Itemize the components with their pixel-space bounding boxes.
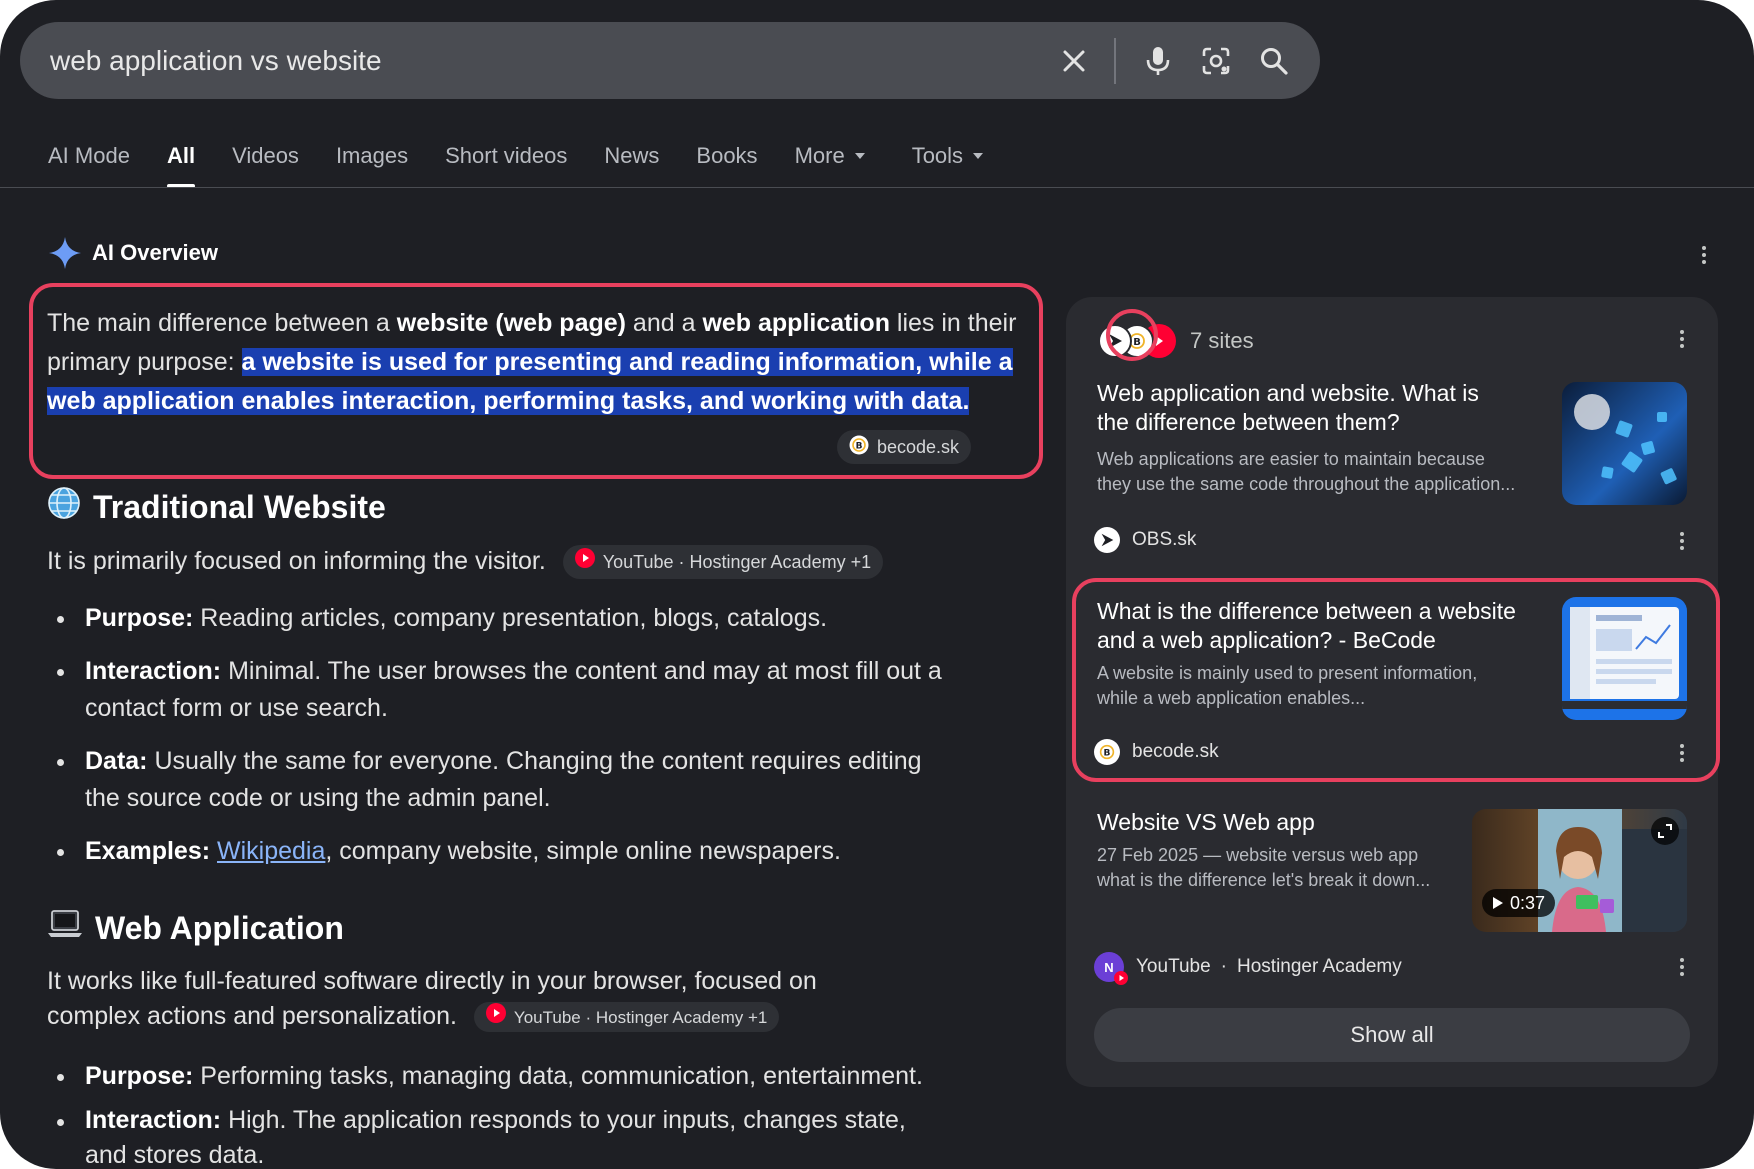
- list-item: Data: Usually the same for everyone. Cha…: [47, 743, 947, 817]
- bullet-label: Data:: [85, 747, 148, 775]
- tab-ai-mode[interactable]: AI Mode: [48, 138, 130, 174]
- search-bar[interactable]: web application vs website: [20, 22, 1320, 99]
- tab-images[interactable]: Images: [336, 138, 408, 174]
- wikipedia-link[interactable]: Wikipedia: [217, 837, 325, 865]
- video-duration-badge: 0:37: [1482, 889, 1556, 917]
- snippet-line: Web applications are easier to maintain …: [1097, 449, 1485, 469]
- search-divider: [1114, 37, 1116, 84]
- snippet-line: 27 Feb 2025 — website versus web app: [1097, 845, 1419, 865]
- section1-lead-text: It is primarily focused on informing the…: [47, 547, 546, 575]
- bullet-text: Performing tasks, managing data, communi…: [193, 1062, 923, 1090]
- video-duration: 0:37: [1510, 892, 1546, 913]
- source-channel: Hostinger Academy: [1237, 956, 1402, 977]
- list-item: Interaction: Minimal. The user browses t…: [47, 653, 947, 727]
- section-heading-traditional-website: Traditional Website: [47, 486, 386, 528]
- result-title-youtube[interactable]: Website VS Web app: [1097, 808, 1457, 837]
- snippet-line: what is the difference let's break it do…: [1097, 870, 1431, 890]
- section1-lead: It is primarily focused on informing the…: [47, 542, 884, 582]
- source-chip-youtube[interactable]: YouTube · Hostinger Academy +1: [473, 1000, 780, 1035]
- result-source-obs[interactable]: OBS.sk: [1094, 527, 1196, 553]
- bullet-text: , company website, simple online newspap…: [325, 837, 841, 865]
- section-heading-text: Web Application: [95, 909, 344, 946]
- search-tabs: AI Mode All Videos Images Short videos N…: [48, 138, 1020, 188]
- browser-frame: web application vs website AI Mode All V…: [0, 0, 1754, 1169]
- result-title-line: the difference between them?: [1097, 409, 1400, 435]
- channel-avatar-icon: N: [1094, 952, 1128, 985]
- result-title-obs[interactable]: Web application and website. What is the…: [1097, 379, 1527, 437]
- source-name: OBS.sk: [1132, 529, 1197, 550]
- search-bar-actions: [1038, 22, 1320, 99]
- camera-lens-icon[interactable]: [1194, 39, 1238, 83]
- section2-lead-line-wrap: complex actions and personalization. You…: [47, 999, 1007, 1034]
- source-chip-label: YouTube · Hostinger Academy +1: [602, 551, 872, 572]
- bullet-text: Reading articles, company presentation, …: [193, 604, 828, 632]
- tab-all[interactable]: All: [166, 138, 196, 188]
- source-name: YouTube: [1136, 956, 1211, 977]
- source-separator: ·: [1220, 956, 1227, 977]
- microphone-icon[interactable]: [1136, 39, 1180, 83]
- more-options-icon[interactable]: [1670, 529, 1694, 553]
- more-options-icon[interactable]: [1670, 327, 1694, 351]
- result-snippet-youtube: 27 Feb 2025 — website versus web app wha…: [1097, 843, 1457, 893]
- bullet-label: Interaction:: [85, 1106, 222, 1134]
- list-item: Purpose: Performing tasks, managing data…: [47, 1058, 947, 1095]
- tab-books[interactable]: Books: [696, 138, 757, 174]
- source-chip-label: YouTube · Hostinger Academy +1: [513, 1007, 768, 1027]
- show-all-button[interactable]: Show all: [1094, 1008, 1690, 1062]
- source-chip-youtube[interactable]: YouTube · Hostinger Academy +1: [562, 543, 884, 582]
- section1-bullets: Purpose: Reading articles, company prese…: [47, 600, 947, 870]
- more-options-icon[interactable]: [1670, 955, 1694, 979]
- bullet-label: Examples:: [85, 837, 211, 865]
- section-heading-web-application: Web Application: [47, 908, 344, 948]
- tab-videos[interactable]: Videos: [232, 138, 299, 174]
- expand-icon[interactable]: [1651, 817, 1679, 845]
- bullet-label: Purpose:: [85, 604, 194, 632]
- more-options-icon[interactable]: [1692, 243, 1716, 267]
- play-icon: [1493, 897, 1503, 909]
- tab-tools[interactable]: Tools: [911, 138, 984, 174]
- bullet-label: Purpose:: [85, 1062, 194, 1090]
- ai-overview-title: AI Overview: [92, 240, 218, 265]
- result-source-youtube[interactable]: N YouTube · Hostinger Academy: [1094, 952, 1402, 985]
- youtube-icon: [485, 1000, 506, 1035]
- tab-news[interactable]: News: [604, 138, 659, 174]
- ai-overview-header: AI Overview: [48, 236, 218, 270]
- section2-bullets: Purpose: Performing tasks, managing data…: [47, 1058, 947, 1169]
- bullet-label: Interaction:: [85, 657, 222, 685]
- laptop-icon: [47, 908, 83, 948]
- youtube-icon: [574, 543, 595, 582]
- video-thumbnail[interactable]: 0:37: [1472, 809, 1687, 932]
- bullet-text: Usually the same for everyone. Changing …: [85, 747, 922, 812]
- sites-count: 7 sites: [1190, 328, 1254, 353]
- section2-lead: It works like full-featured software dir…: [47, 964, 1007, 1034]
- tab-more[interactable]: More: [795, 138, 865, 174]
- result-snippet-obs: Web applications are easier to maintain …: [1097, 447, 1537, 497]
- result-title-line: Web application and website. What is: [1097, 380, 1479, 406]
- tab-tools-label: Tools: [911, 143, 964, 168]
- caret-down-icon: [973, 153, 984, 159]
- annotation-box-becode-card: [1072, 578, 1720, 782]
- annotation-circle-favicon: [1106, 309, 1158, 361]
- list-item: Purpose: Reading articles, company prese…: [47, 600, 947, 637]
- tab-short-videos[interactable]: Short videos: [445, 138, 567, 174]
- sparkle-icon: [49, 237, 81, 269]
- section2-lead-line: It works like full-featured software dir…: [47, 967, 817, 995]
- tab-more-label: More: [794, 143, 845, 168]
- section-heading-text: Traditional Website: [93, 488, 386, 525]
- clear-icon[interactable]: [1052, 39, 1096, 83]
- obs-favicon-icon: [1094, 527, 1120, 553]
- annotation-box-intro: [29, 283, 1043, 479]
- snippet-line: they use the same code throughout the ap…: [1097, 474, 1516, 494]
- search-icon[interactable]: [1252, 39, 1296, 83]
- result-title-line: Website VS Web app: [1097, 809, 1315, 835]
- globe-icon: [47, 486, 81, 528]
- section2-lead-text: complex actions and personalization.: [47, 1002, 457, 1030]
- list-item: Examples: Wikipedia, company website, si…: [47, 833, 947, 870]
- search-input[interactable]: web application vs website: [50, 45, 1038, 77]
- list-item: Interaction: High. The application respo…: [47, 1103, 947, 1169]
- tabs-divider: [0, 187, 1754, 188]
- caret-down-icon: [854, 153, 865, 159]
- result-thumbnail-obs[interactable]: [1562, 382, 1687, 505]
